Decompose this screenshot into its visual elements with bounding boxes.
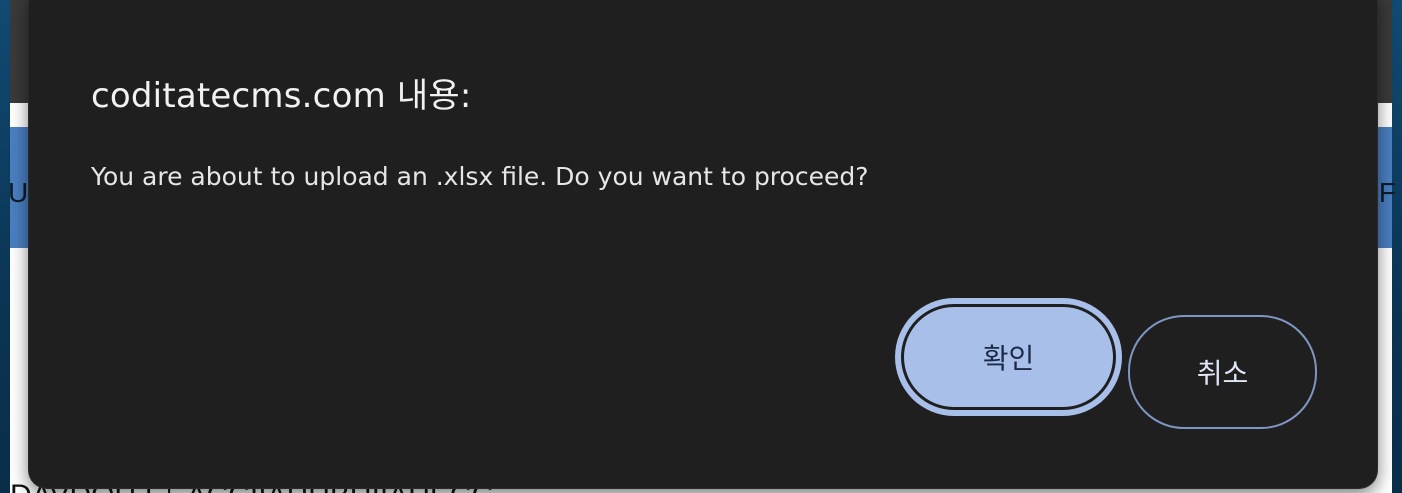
confirm-dialog: coditatecms.com 내용: You are about to upl…: [29, 0, 1377, 488]
header-edge-text-left: U: [8, 177, 29, 208]
ok-button[interactable]: 확인: [901, 304, 1116, 410]
dialog-message: You are about to upload an .xlsx file. D…: [91, 162, 869, 191]
dialog-title: coditatecms.com 내용:: [91, 76, 472, 116]
cancel-button[interactable]: 취소: [1128, 315, 1317, 429]
header-edge-text-right: F: [1378, 177, 1396, 208]
